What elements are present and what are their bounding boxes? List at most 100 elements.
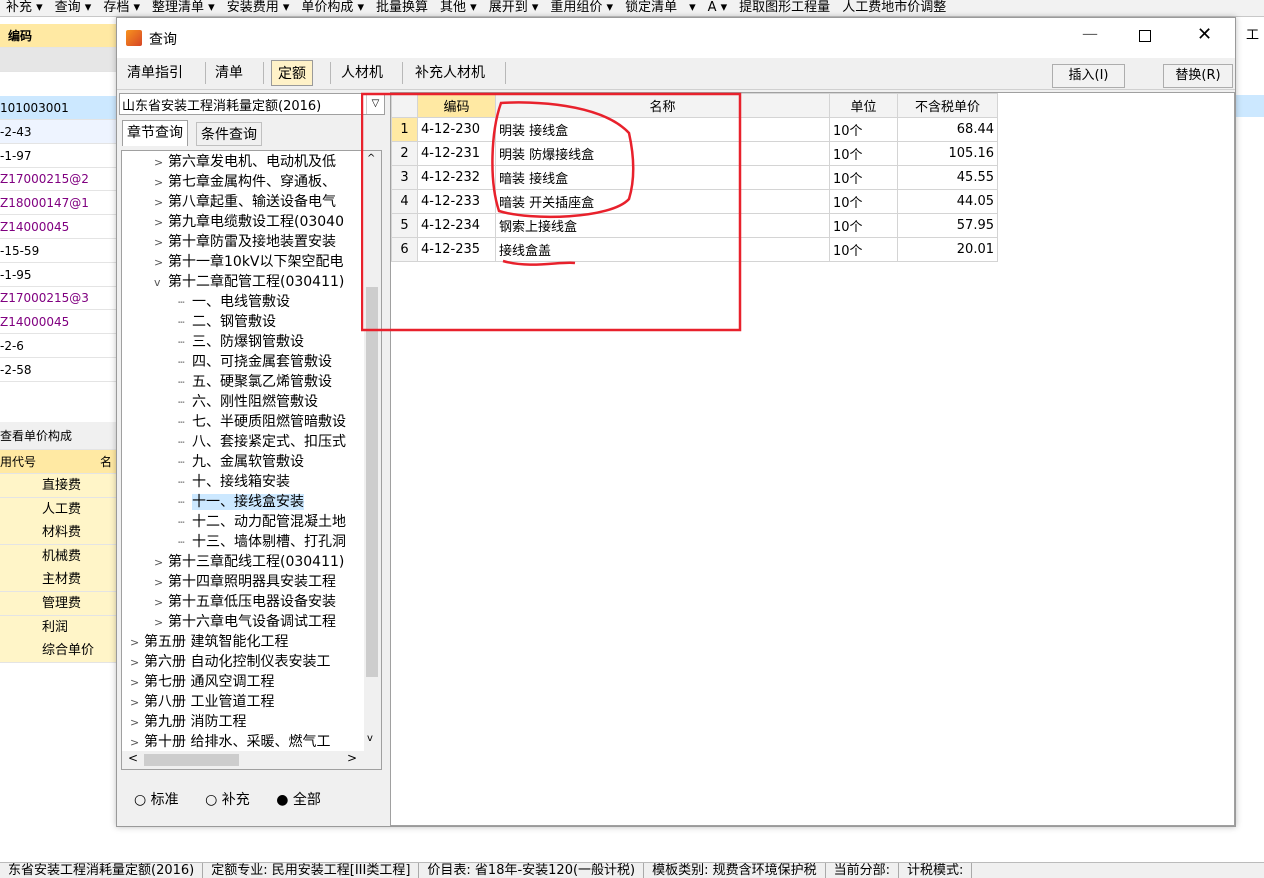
background-grid-row[interactable]: -2-43: [0, 119, 118, 144]
cell-unit[interactable]: 10个: [829, 117, 898, 142]
toolbar-item[interactable]: ▾: [683, 1, 702, 14]
tree-leaf-item[interactable]: ┄ 五、硬聚氯乙烯管敷设: [178, 372, 332, 392]
background-grid-row[interactable]: Z14000045: [0, 310, 118, 335]
tree-horizontal-scrollbar[interactable]: < >: [122, 751, 381, 769]
tree-node[interactable]: > 第六册 自动化控制仪表安装工: [130, 652, 330, 672]
tab-labor-material-machine[interactable]: 人材机: [335, 60, 389, 86]
tree-leaf-item[interactable]: ┄ 十二、动力配管混凝土地: [178, 512, 346, 532]
tree-node[interactable]: > 第十五章低压电器设备安装: [154, 592, 336, 612]
toolbar-item[interactable]: 其他 ▾: [434, 1, 483, 14]
tree-node[interactable]: > 第十六章电气设备调试工程: [154, 612, 336, 632]
col-unit[interactable]: 单位: [829, 93, 898, 118]
cell-price[interactable]: 44.05: [897, 189, 998, 214]
close-button[interactable]: ✕: [1197, 24, 1212, 45]
tab-quota[interactable]: 定额: [271, 60, 313, 86]
tree-leaf-item[interactable]: ┄ 三、防爆钢管敷设: [178, 332, 304, 352]
tree-leaf-item[interactable]: ┄ 一、电线管敷设: [178, 292, 290, 312]
tree-node[interactable]: > 第十四章照明器具安装工程: [154, 572, 336, 592]
background-grid-row[interactable]: 101003001: [0, 96, 118, 120]
tree-node[interactable]: > 第九章电缆敷设工程(03040: [154, 212, 344, 232]
tree-node[interactable]: > 第六章发电机、电动机及低: [154, 152, 336, 172]
tree-node[interactable]: > 第十三章配线工程(030411): [154, 552, 344, 572]
radio-all[interactable]: ● 全部: [276, 792, 321, 808]
tree-leaf-item[interactable]: ┄ 二、钢管敷设: [178, 312, 276, 332]
cell-unit[interactable]: 10个: [829, 189, 898, 214]
cell-price[interactable]: 57.95: [897, 213, 998, 238]
tree-line-icon: ┄: [178, 416, 185, 429]
scroll-right-icon: >: [347, 751, 358, 765]
tab-view-price-composition[interactable]: 查看单价构成: [0, 422, 118, 450]
background-grid-row[interactable]: -2-6: [0, 334, 118, 358]
cost-item-row[interactable]: 机械费: [0, 544, 118, 569]
cell-unit[interactable]: 10个: [829, 237, 898, 262]
subtab-chapter-query[interactable]: 章节查询: [122, 120, 188, 146]
tree-node[interactable]: > 第七册 通风空调工程: [130, 672, 274, 692]
toolbar-item[interactable]: 整理清单 ▾: [146, 1, 221, 14]
toolbar-item[interactable]: 锁定清单: [619, 1, 683, 14]
tree-node[interactable]: > 第十册 给排水、采暖、燃气工: [130, 732, 330, 752]
tree-leaf-item[interactable]: ┄ 四、可挠金属套管敷设: [178, 352, 332, 372]
tree-node[interactable]: v 第十二章配管工程(030411): [154, 272, 344, 292]
background-grid-row[interactable]: -2-58: [0, 358, 118, 382]
tree-leaf-item[interactable]: ┄ 九、金属软管敷设: [178, 452, 304, 472]
toolbar-item[interactable]: 批量换算: [370, 1, 434, 14]
library-select[interactable]: 山东省安装工程消耗量定额(2016) ▽: [119, 93, 385, 115]
tab-supplement-lmm[interactable]: 补充人材机: [409, 60, 491, 86]
insert-button[interactable]: 插入(I): [1052, 64, 1125, 88]
tree-leaf-item[interactable]: ┄ 六、刚性阻燃管敷设: [178, 392, 318, 412]
tree-leaf-item[interactable]: ┄ 七、半硬质阻燃管暗敷设: [178, 412, 346, 432]
cell-price[interactable]: 20.01: [897, 237, 998, 262]
tree-node[interactable]: > 第七章金属构件、穿通板、: [154, 172, 336, 192]
background-grid-row[interactable]: -1-97: [0, 144, 118, 168]
background-grid-row[interactable]: Z18000147@1: [0, 191, 118, 216]
cost-item-row[interactable]: 材料费: [0, 521, 118, 546]
cost-item-row[interactable]: 人工费: [0, 497, 118, 522]
subtab-condition-query[interactable]: 条件查询: [196, 122, 262, 146]
background-grid-row[interactable]: Z14000045: [0, 215, 118, 239]
tab-list-guide[interactable]: 清单指引: [121, 60, 189, 86]
radio-supplement[interactable]: ○ 补充: [205, 792, 250, 808]
tree-node[interactable]: > 第八章起重、输送设备电气: [154, 192, 336, 212]
toolbar-item[interactable]: 安装费用 ▾: [221, 1, 296, 14]
tree-node[interactable]: > 第五册 建筑智能化工程: [130, 632, 288, 652]
cost-item-row[interactable]: 直接费: [0, 474, 118, 498]
cost-item-row[interactable]: 主材费: [0, 568, 118, 593]
tree-item-label: 二、钢管敷设: [192, 314, 276, 330]
tree-leaf-item[interactable]: ┄ 十、接线箱安装: [178, 472, 290, 492]
toolbar-item[interactable]: 人工费地市价调整: [836, 1, 952, 14]
toolbar-item[interactable]: 单价构成 ▾: [295, 1, 370, 14]
tree-leaf-item[interactable]: ┄ 十一、接线盒安装: [178, 492, 304, 512]
tree-leaf-item[interactable]: ┄ 八、套接紧定式、扣压式: [178, 432, 346, 452]
background-grid-row[interactable]: Z17000215@2: [0, 167, 118, 192]
cell-price[interactable]: 45.55: [897, 165, 998, 190]
cost-item-row[interactable]: 管理费: [0, 592, 118, 616]
toolbar-item[interactable]: 补充 ▾: [0, 1, 49, 14]
tree-leaf-item[interactable]: ┄ 十三、墙体剔槽、打孔洞: [178, 532, 346, 552]
cell-unit[interactable]: 10个: [829, 213, 898, 238]
cell-unit[interactable]: 10个: [829, 165, 898, 190]
toolbar-item[interactable]: 提取图形工程量: [733, 1, 836, 14]
toolbar-item[interactable]: 存档 ▾: [97, 1, 146, 14]
background-grid-row[interactable]: -15-59: [0, 239, 118, 263]
replace-button[interactable]: 替换(R): [1163, 64, 1233, 88]
tree-node[interactable]: > 第十一章10kV以下架空配电: [154, 252, 344, 272]
cost-item-row[interactable]: 利润: [0, 615, 118, 640]
cell-price[interactable]: 105.16: [897, 141, 998, 166]
radio-standard[interactable]: ○ 标准: [134, 792, 179, 808]
toolbar-item[interactable]: 重用组价 ▾: [544, 1, 619, 14]
toolbar-item[interactable]: 查询 ▾: [49, 1, 98, 14]
tree-node[interactable]: > 第九册 消防工程: [130, 712, 246, 732]
minimize-button[interactable]: —: [1082, 24, 1098, 43]
tree-node[interactable]: > 第十章防雷及接地装置安装: [154, 232, 336, 252]
tab-list[interactable]: 清单: [209, 60, 249, 86]
cell-unit[interactable]: 10个: [829, 141, 898, 166]
cell-price[interactable]: 68.44: [897, 117, 998, 142]
toolbar-item[interactable]: A ▾: [702, 1, 734, 14]
col-price[interactable]: 不含税单价: [897, 93, 998, 118]
maximize-button[interactable]: [1139, 30, 1151, 42]
background-grid-row[interactable]: Z17000215@3: [0, 286, 118, 311]
toolbar-item[interactable]: 展开到 ▾: [483, 1, 545, 14]
tree-node[interactable]: > 第八册 工业管道工程: [130, 692, 274, 712]
background-grid-row[interactable]: -1-95: [0, 263, 118, 287]
cost-item-row[interactable]: 综合单价: [0, 639, 118, 664]
